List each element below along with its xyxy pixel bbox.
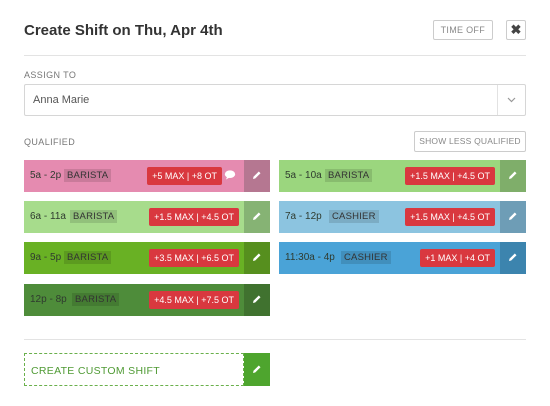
create-custom-shift[interactable]: CREATE CUSTOM SHIFT	[24, 353, 270, 386]
shift-role-tag: BARISTA	[64, 251, 112, 264]
shift-edit-button[interactable]	[244, 201, 270, 233]
shift-role-tag: BARISTA	[72, 293, 120, 306]
assign-to-value: Anna Marie	[33, 94, 90, 106]
qualified-label: QUALIFIED	[24, 137, 76, 147]
assign-to-select[interactable]: Anna Marie	[24, 84, 526, 116]
time-off-button[interactable]: TIME OFF	[432, 20, 493, 40]
show-less-qualified-button[interactable]: SHOW LESS QUALIFIED	[414, 131, 526, 152]
shift-role-tag: BARISTA	[325, 169, 373, 182]
shift-card[interactable]: 5a - 2p BARISTA +5 MAX | +8 OT	[24, 160, 270, 192]
overtime-badge: +5 MAX | +8 OT	[147, 167, 222, 185]
shift-edit-button[interactable]	[500, 160, 526, 192]
shift-time: 9a - 5p	[30, 252, 62, 263]
shift-card-body[interactable]: 7a - 12p CASHIER +1.5 MAX | +4.5 OT	[279, 201, 500, 233]
section-divider	[24, 339, 526, 340]
overtime-badge: +1 MAX | +4 OT	[420, 249, 495, 267]
pencil-icon	[253, 365, 261, 373]
pencil-icon	[253, 253, 261, 261]
shift-card[interactable]: 12p - 8p BARISTA +4.5 MAX | +7.5 OT	[24, 284, 270, 316]
pencil-icon	[509, 212, 517, 220]
shift-card-body[interactable]: 5a - 10a BARISTA +1.5 MAX | +4.5 OT	[279, 160, 500, 192]
shift-time: 12p - 8p	[30, 294, 67, 305]
shift-card[interactable]: 7a - 12p CASHIER +1.5 MAX | +4.5 OT	[279, 201, 526, 233]
shift-card[interactable]: 9a - 5p BARISTA +3.5 MAX | +6.5 OT	[24, 242, 270, 274]
assign-to-label: ASSIGN TO	[24, 70, 77, 80]
shift-time: 5a - 2p	[30, 170, 62, 181]
shift-role-tag: BARISTA	[64, 169, 112, 182]
pencil-icon	[509, 253, 517, 261]
shift-edit-button[interactable]	[244, 160, 270, 192]
custom-shift-edit-button[interactable]	[244, 353, 270, 386]
comment-icon	[224, 170, 236, 180]
shift-card[interactable]: 6a - 11a BARISTA +1.5 MAX | +4.5 OT	[24, 201, 270, 233]
shift-card[interactable]: 5a - 10a BARISTA +1.5 MAX | +4.5 OT	[279, 160, 526, 192]
shift-card-body[interactable]: 9a - 5p BARISTA +3.5 MAX | +6.5 OT	[24, 242, 244, 274]
shift-edit-button[interactable]	[244, 284, 270, 316]
shift-card-body[interactable]: 12p - 8p BARISTA +4.5 MAX | +7.5 OT	[24, 284, 244, 316]
header-divider	[24, 55, 526, 56]
shift-card-body[interactable]: 6a - 11a BARISTA +1.5 MAX | +4.5 OT	[24, 201, 244, 233]
shift-role-tag: BARISTA	[70, 210, 118, 223]
shift-time: 6a - 11a	[30, 211, 66, 222]
page-title: Create Shift on Thu, Apr 4th	[24, 22, 223, 39]
pencil-icon	[253, 212, 261, 220]
modal-header: Create Shift on Thu, Apr 4th TIME OFF ✖	[24, 18, 526, 46]
pencil-icon	[509, 171, 517, 179]
overtime-badge: +4.5 MAX | +7.5 OT	[149, 291, 239, 309]
shift-card-body[interactable]: 5a - 2p BARISTA +5 MAX | +8 OT	[24, 160, 244, 192]
create-custom-shift-button[interactable]: CREATE CUSTOM SHIFT	[24, 353, 244, 386]
overtime-badge: +1.5 MAX | +4.5 OT	[405, 208, 495, 226]
overtime-badge: +1.5 MAX | +4.5 OT	[405, 167, 495, 185]
shift-edit-button[interactable]	[500, 201, 526, 233]
chevron-down-icon[interactable]	[497, 85, 525, 115]
close-icon[interactable]: ✖	[511, 22, 522, 37]
shift-role-tag: CASHIER	[329, 210, 379, 223]
shift-time: 11:30a - 4p	[285, 252, 335, 263]
create-custom-shift-label: CREATE CUSTOM SHIFT	[31, 365, 160, 377]
shift-card-body[interactable]: 11:30a - 4p CASHIER +1 MAX | +4 OT	[279, 242, 500, 274]
shift-time: 5a - 10a	[285, 170, 322, 181]
shift-card[interactable]: 11:30a - 4p CASHIER +1 MAX | +4 OT	[279, 242, 526, 274]
shift-edit-button[interactable]	[500, 242, 526, 274]
pencil-icon	[253, 295, 261, 303]
shift-role-tag: CASHIER	[341, 251, 391, 264]
overtime-badge: +1.5 MAX | +4.5 OT	[149, 208, 239, 226]
overtime-badge: +3.5 MAX | +6.5 OT	[149, 249, 239, 267]
shift-time: 7a - 12p	[285, 211, 322, 222]
pencil-icon	[253, 171, 261, 179]
close-button[interactable]: ✖	[506, 20, 526, 40]
shift-edit-button[interactable]	[244, 242, 270, 274]
